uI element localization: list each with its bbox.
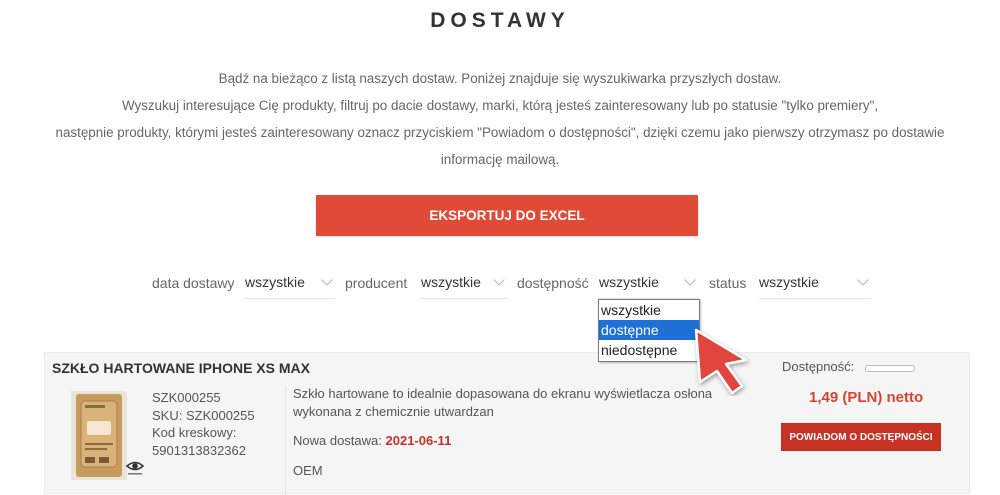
dropdown-option-available[interactable]: dostępne [599, 320, 699, 340]
page-title: DOSTAWY [430, 9, 570, 32]
dropdown-option-unavailable[interactable]: niedostępne [599, 340, 699, 360]
filter-label-availability: dostępność [517, 275, 589, 291]
intro-line-3: następnie produkty, którymi jesteś zaint… [55, 125, 945, 140]
intro-line-4: informację mailową. [440, 152, 560, 167]
chevron-down-icon [493, 274, 505, 286]
divider [285, 385, 286, 495]
export-excel-button[interactable]: EKSPORTUJ DO EXCEL [316, 195, 698, 236]
filter-value: wszystkie [759, 274, 819, 290]
chevron-down-icon [857, 274, 869, 286]
new-delivery: Nowa dostawa: 2021-06-11 [293, 433, 451, 448]
product-card: SZKŁO HARTOWANE IPHONE XS MAX Dostępność… [44, 352, 970, 495]
filter-select-status[interactable]: wszystkie [759, 266, 871, 299]
barcode-label: Kod kreskowy: [152, 425, 237, 440]
product-codes: SZK000255 SKU: SZK000255 Kod kreskowy: 5… [152, 389, 255, 459]
filter-select-producer[interactable]: wszystkie [421, 266, 507, 299]
product-image[interactable] [71, 391, 127, 480]
zoom-eye-icon[interactable] [125, 456, 145, 476]
barcode-value: 5901313832362 [152, 442, 246, 458]
filter-select-availability[interactable]: wszystkie [599, 266, 699, 299]
product-code: SZK000255 [152, 390, 221, 405]
product-price: 1,49 (PLN) netto [809, 389, 924, 406]
product-brand: OEM [293, 463, 323, 478]
filter-value: wszystkie [599, 274, 659, 290]
intro-line-2: Wyszukuj interesujące Cię produkty, filt… [121, 98, 879, 113]
availability-indicator [865, 365, 915, 372]
intro-line-1: Bądź na bieżąco z listą naszych dostaw. … [218, 71, 782, 86]
availability-label: Dostępność: [782, 359, 855, 374]
product-description: Szkło hartowane to idealnie dopasowana d… [293, 386, 713, 419]
product-title[interactable]: SZKŁO HARTOWANE IPHONE XS MAX [52, 360, 310, 376]
pointer-arrow-icon [694, 328, 748, 395]
product-sku: SKU: SZK000255 [152, 407, 255, 423]
filter-value: wszystkie [245, 274, 305, 290]
filter-label-producer: producent [345, 275, 408, 291]
delivery-label: Nowa dostawa: [293, 433, 382, 448]
notify-availability-button[interactable]: POWIADOM O DOSTĘPNOŚCI [781, 423, 941, 451]
filter-value: wszystkie [421, 274, 481, 290]
filter-select-delivery-date[interactable]: wszystkie [245, 266, 335, 299]
filter-label-delivery-date: data dostawy [152, 275, 235, 291]
filter-label-status: status [709, 275, 747, 291]
chevron-down-icon [321, 274, 333, 286]
delivery-date: 2021-06-11 [385, 433, 452, 448]
dropdown-option-all[interactable]: wszystkie [599, 300, 699, 320]
chevron-down-icon [684, 274, 696, 286]
availability-dropdown-list[interactable]: wszystkie dostępne niedostępne [598, 299, 700, 362]
